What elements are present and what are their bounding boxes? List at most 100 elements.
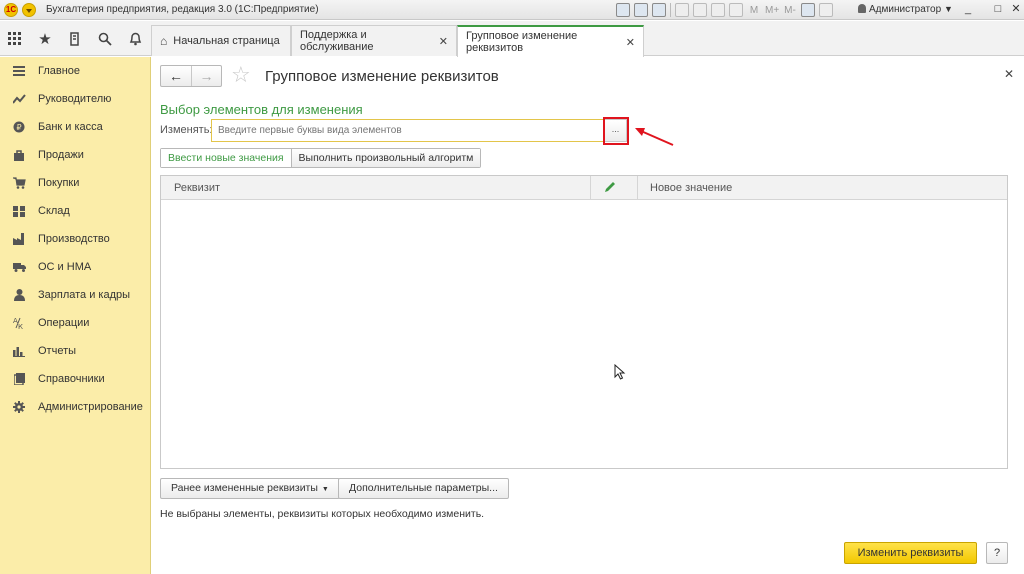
tab-bar: ★ ⌂ Начальная страница Поддержка и обслу…: [0, 21, 1024, 57]
upload-icon[interactable]: [675, 3, 689, 17]
tab-group-edit[interactable]: Групповое изменение реквизитов ✕: [457, 25, 644, 57]
sidebar-item-label: ОС и НМА: [38, 261, 92, 273]
sidebar-item-label: Склад: [38, 205, 70, 217]
forward-arrow-icon[interactable]: →: [191, 66, 221, 86]
previous-attributes-button[interactable]: Ранее измененные реквизиты ▼: [160, 478, 340, 499]
sidebar-item-admin[interactable]: Администрирование: [0, 395, 150, 419]
spreadsheet-icon[interactable]: [711, 3, 725, 17]
apps-grid-icon[interactable]: [0, 21, 30, 56]
button-label: Ранее измененные реквизиты: [171, 482, 318, 494]
annotation-highlight-box: [603, 117, 629, 145]
calendar-icon[interactable]: [729, 3, 743, 17]
back-arrow-icon[interactable]: ←: [161, 66, 191, 86]
tab-close-icon[interactable]: ✕: [626, 36, 635, 49]
sidebar-item-main[interactable]: Главное: [0, 59, 150, 83]
toolbar-divider: [670, 3, 671, 17]
sidebar-item-label: Производство: [38, 233, 110, 245]
sidebar-item-manager[interactable]: Руководителю: [0, 87, 150, 111]
section-nav: ★: [0, 21, 150, 56]
sidebar-item-catalogs[interactable]: Справочники: [0, 367, 150, 391]
maximize-button[interactable]: □: [991, 2, 1005, 16]
tab-label: Поддержка и обслуживание: [300, 29, 374, 53]
user-indicator[interactable]: Администратор ▼: [858, 4, 953, 15]
change-attributes-button[interactable]: Изменить реквизиты: [844, 542, 977, 564]
user-icon: [858, 4, 866, 13]
ruble-icon: ₽: [12, 121, 26, 133]
tab-label: Начальная страница: [173, 35, 280, 47]
svg-text:₽: ₽: [16, 123, 21, 132]
status-message: Не выбраны элементы, реквизиты которых н…: [160, 508, 485, 520]
memory-button[interactable]: M: [747, 5, 761, 16]
history-icon[interactable]: [60, 21, 90, 56]
column-divider: [590, 176, 591, 200]
window-title: Бухгалтерия предприятия, редакция 3.0 (1…: [46, 4, 319, 15]
enter-new-values-button[interactable]: Ввести новые значения: [161, 149, 292, 167]
close-form-icon[interactable]: ✕: [1004, 67, 1014, 81]
factory-icon: [12, 233, 26, 245]
sidebar-item-reports[interactable]: Отчеты: [0, 339, 150, 363]
memory-plus-button[interactable]: M+: [765, 5, 779, 16]
app-logo-icon[interactable]: 1С: [4, 3, 18, 17]
sidebar-item-label: Отчеты: [38, 345, 77, 357]
sidebar-item-label: Операции: [38, 317, 90, 329]
print-icon[interactable]: [634, 3, 648, 17]
sidebar: Главное Руководителю ₽ Банк и касса Прод…: [0, 57, 151, 574]
title-bar: 1С Бухгалтерия предприятия, редакция 3.0…: [0, 0, 1024, 20]
close-window-button[interactable]: ✕: [1009, 2, 1023, 16]
section-title: Выбор элементов для изменения: [160, 102, 363, 117]
zoom-icon[interactable]: [801, 3, 815, 17]
sidebar-item-sales[interactable]: Продажи: [0, 143, 150, 167]
sidebar-item-production[interactable]: Производство: [0, 227, 150, 251]
table-header: Реквизит Новое значение: [161, 176, 1007, 200]
mode-switch: Ввести новые значения Выполнить произвол…: [160, 148, 482, 168]
minimize-button[interactable]: _: [961, 2, 975, 16]
favorite-star-icon[interactable]: ☆: [231, 63, 251, 87]
memory-minus-button[interactable]: M-: [783, 5, 797, 16]
preview-icon[interactable]: [652, 3, 666, 17]
warehouse-icon: [12, 205, 26, 217]
sidebar-item-fixed-assets[interactable]: ОС и НМА: [0, 255, 150, 279]
tab-close-icon[interactable]: ✕: [439, 35, 448, 48]
home-icon: ⌂: [160, 34, 168, 48]
search-icon[interactable]: [90, 21, 120, 56]
sidebar-item-bank[interactable]: ₽ Банк и касса: [0, 115, 150, 139]
favorites-star-icon[interactable]: ★: [30, 21, 60, 56]
bar-chart-icon: [12, 345, 26, 357]
custom-algorithm-button[interactable]: Выполнить произвольный алгоритм: [291, 149, 481, 167]
bag-icon: [12, 149, 26, 161]
notifications-bell-icon[interactable]: [120, 21, 150, 56]
element-kind-input[interactable]: [211, 119, 604, 142]
menu-icon: [12, 65, 26, 77]
sidebar-item-label: Продажи: [38, 149, 84, 161]
copy-icon[interactable]: [693, 3, 707, 17]
annotation-arrow-icon: [635, 128, 674, 146]
column-header-attribute[interactable]: Реквизит: [161, 176, 590, 200]
help-button[interactable]: ?: [986, 542, 1008, 564]
sidebar-item-salary[interactable]: Зарплата и кадры: [0, 283, 150, 307]
person-icon: [12, 289, 26, 301]
save-icon[interactable]: [616, 3, 630, 17]
tab-label: Групповое изменение реквизитов: [466, 30, 578, 54]
sidebar-item-purchases[interactable]: Покупки: [0, 171, 150, 195]
tab-home[interactable]: ⌂ Начальная страница: [151, 25, 291, 56]
sidebar-item-label: Главное: [38, 65, 81, 77]
form-area: ← → ☆ Групповое изменение реквизитов ✕ В…: [151, 57, 1024, 574]
additional-params-button[interactable]: Дополнительные параметры...: [338, 478, 509, 499]
truck-icon: [12, 261, 26, 273]
sidebar-item-operations[interactable]: АК Операции: [0, 311, 150, 335]
history-nav: ← →: [160, 65, 222, 87]
main-menu-icon[interactable]: [22, 3, 36, 17]
column-header-new-value[interactable]: Новое значение: [637, 176, 1007, 200]
sidebar-item-label: Администрирование: [38, 401, 143, 413]
gear-icon: [12, 401, 26, 413]
panel-icon[interactable]: [819, 3, 833, 17]
tab-support[interactable]: Поддержка и обслуживание ✕: [291, 25, 457, 56]
sidebar-item-label: Руководителю: [38, 93, 112, 105]
sidebar-item-label: Зарплата и кадры: [38, 289, 131, 301]
edit-pencil-icon: [605, 182, 615, 192]
user-name: Администратор: [869, 4, 942, 15]
sidebar-item-warehouse[interactable]: Склад: [0, 199, 150, 223]
attributes-table[interactable]: Реквизит Новое значение: [160, 175, 1008, 469]
sidebar-item-label: Банк и касса: [38, 121, 103, 133]
title-toolbar: M M+ M-: [616, 2, 833, 18]
